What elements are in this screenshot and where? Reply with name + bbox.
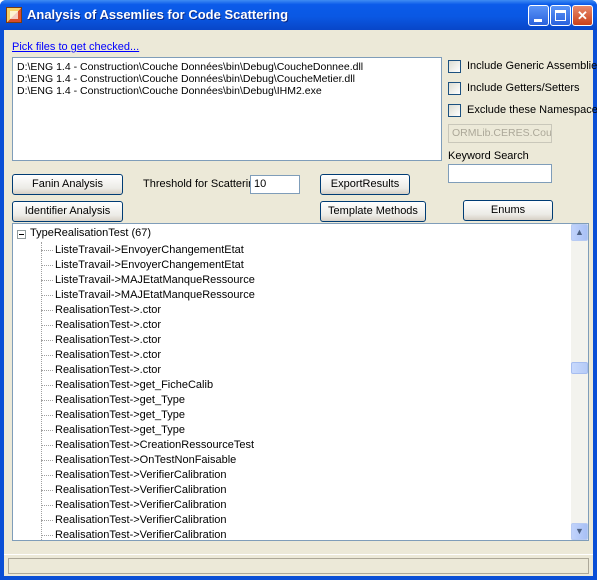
tree-node-label: RealisationTest->get_FicheCalib: [55, 379, 214, 391]
tree-connector-line: [41, 242, 42, 540]
close-button[interactable]: ✕: [572, 5, 593, 26]
tree-connector-line: [41, 250, 53, 251]
namespace-input: ORMLib.CERES.Couc: [448, 124, 552, 143]
file-list-item[interactable]: D:\ENG 1.4 - Construction\Couche Données…: [17, 85, 437, 97]
tree-connector-line: [41, 265, 53, 266]
checkbox-box[interactable]: [448, 104, 461, 117]
tree-connector-line: [41, 355, 53, 356]
threshold-label: Threshold for Scattering: [143, 178, 261, 190]
maximize-icon: [555, 10, 566, 21]
tree-connector-line: [41, 475, 53, 476]
collapse-icon[interactable]: [17, 230, 26, 239]
keyword-search-input[interactable]: [448, 164, 552, 183]
main-window: Analysis of Assemlies for Code Scatterin…: [0, 0, 597, 580]
tree-node-label: ListeTravail->MAJEtatManqueRessource: [55, 289, 255, 301]
tree-node-label: RealisationTest->CreationRessourceTest: [55, 439, 255, 451]
identifier-analysis-button[interactable]: Identifier Analysis: [12, 201, 123, 222]
tree-connector-line: [41, 385, 53, 386]
tree-node-label: RealisationTest->.ctor: [55, 364, 162, 376]
pick-files-link[interactable]: Pick files to get checked...: [12, 41, 139, 53]
status-bar: [4, 554, 593, 576]
scroll-thumb[interactable]: [571, 362, 588, 374]
export-results-button[interactable]: ExportResults: [320, 174, 410, 195]
vertical-scrollbar[interactable]: ▲ ▼: [571, 224, 588, 540]
file-list-item[interactable]: D:\ENG 1.4 - Construction\Couche Données…: [17, 61, 437, 73]
tree-node-label: RealisationTest->VerifierCalibration: [55, 514, 227, 526]
tree-node-label: RealisationTest->get_Type: [55, 409, 185, 421]
tree-node-label: RealisationTest->get_Type: [55, 424, 185, 436]
tree-node-label: RealisationTest->VerifierCalibration: [55, 469, 227, 481]
results-tree[interactable]: TypeRealisationTest (67) ListeTravail->E…: [12, 223, 589, 541]
tree-node-label: RealisationTest->.ctor: [55, 334, 162, 346]
tree-connector-line: [41, 505, 53, 506]
scroll-up-button[interactable]: ▲: [571, 224, 588, 241]
checkbox-label: Exclude these Namespaces: [467, 104, 597, 116]
file-list[interactable]: D:\ENG 1.4 - Construction\Couche Données…: [12, 57, 442, 161]
tree-connector-line: [41, 400, 53, 401]
maximize-button[interactable]: [550, 5, 571, 26]
checkbox-label: Include Generic Assemblies: [467, 60, 597, 72]
minimize-button[interactable]: [528, 5, 549, 26]
tree-connector-line: [41, 325, 53, 326]
tree-node-label: ListeTravail->EnvoyerChangementEtat: [55, 259, 244, 271]
enums-button[interactable]: Enums: [463, 200, 553, 221]
chevron-down-icon: ▼: [575, 526, 584, 536]
tree-connector-line: [41, 535, 53, 536]
tree-root-label: TypeRealisationTest (67): [30, 227, 152, 239]
template-methods-button[interactable]: Template Methods: [320, 201, 426, 222]
tree-connector-line: [41, 295, 53, 296]
tree-connector-line: [41, 490, 53, 491]
chevron-up-icon: ▲: [575, 227, 584, 237]
tree-connector-line: [41, 445, 53, 446]
client-area: Pick files to get checked... D:\ENG 1.4 …: [4, 30, 597, 576]
tree-connector-line: [41, 430, 53, 431]
file-list-item[interactable]: D:\ENG 1.4 - Construction\Couche Données…: [17, 73, 437, 85]
title-bar[interactable]: Analysis of Assemlies for Code Scatterin…: [0, 0, 597, 30]
tree-node-label: RealisationTest->VerifierCalibration: [55, 529, 227, 541]
fanin-analysis-button[interactable]: Fanin Analysis: [12, 174, 123, 195]
tree-node-label: RealisationTest->VerifierCalibration: [55, 484, 227, 496]
close-icon: ✕: [577, 8, 588, 23]
tree-connector-line: [41, 460, 53, 461]
tree-connector-line: [41, 415, 53, 416]
threshold-input[interactable]: 10: [250, 175, 300, 194]
tree-node-label: ListeTravail->MAJEtatManqueRessource: [55, 274, 255, 286]
tree-connector-line: [41, 340, 53, 341]
minimize-icon: [534, 19, 542, 22]
scroll-down-button[interactable]: ▼: [571, 523, 588, 540]
tree-node-label: RealisationTest->.ctor: [55, 319, 162, 331]
tree-node-label: RealisationTest->OnTestNonFaisable: [55, 454, 237, 466]
tree-node-label: RealisationTest->.ctor: [55, 304, 162, 316]
tree-connector-line: [41, 520, 53, 521]
checkbox-box[interactable]: [448, 60, 461, 73]
checkbox-label: Include Getters/Setters: [467, 82, 580, 94]
window-title: Analysis of Assemlies for Code Scatterin…: [27, 7, 289, 22]
checkbox-box[interactable]: [448, 82, 461, 95]
tree-connector-line: [41, 370, 53, 371]
tree-connector-line: [41, 280, 53, 281]
tree-node-label: RealisationTest->get_Type: [55, 394, 185, 406]
tree-node-label: RealisationTest->.ctor: [55, 349, 162, 361]
tree-node-label: RealisationTest->VerifierCalibration: [55, 499, 227, 511]
tree-node-label: ListeTravail->EnvoyerChangementEtat: [55, 244, 244, 256]
status-panel: [8, 558, 589, 574]
keyword-search-label: Keyword Search: [448, 150, 529, 162]
app-icon: [6, 7, 22, 23]
tree-connector-line: [41, 310, 53, 311]
